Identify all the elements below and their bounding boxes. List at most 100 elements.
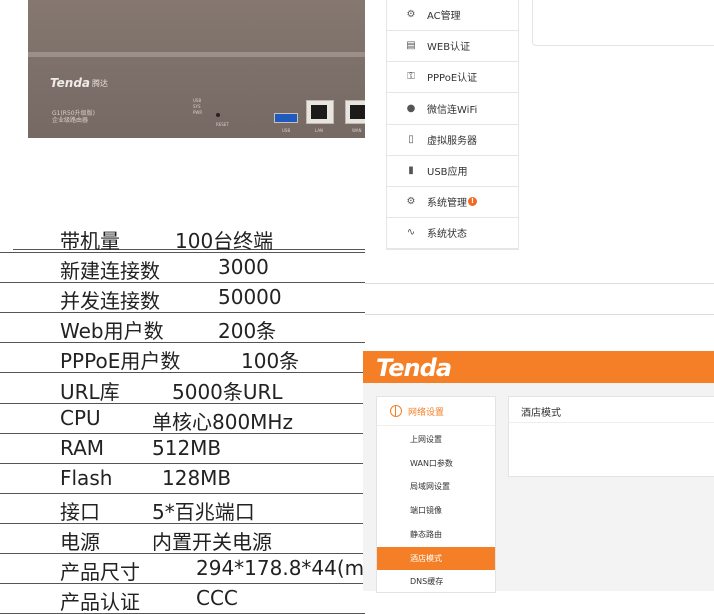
spec-key: URL库 xyxy=(60,379,120,404)
menu-item-6[interactable]: ⚙ 系统管理! xyxy=(387,186,518,219)
nav-item-label: 局域网设置 xyxy=(410,482,450,492)
table-row: CPU 单核心800MHz xyxy=(0,403,365,434)
spec-key: 产品认证 xyxy=(60,590,140,614)
gear-icon: ⚙ xyxy=(406,9,416,20)
spec-value: 512MB xyxy=(152,435,222,460)
table-row: PPPoE用户数 100条 xyxy=(0,342,365,374)
divider xyxy=(365,283,714,284)
usb-port xyxy=(274,113,298,123)
nav-head-label: 网络设置 xyxy=(408,407,445,418)
spec-key: Flash xyxy=(60,465,113,490)
nav-item-label: 酒店模式 xyxy=(410,553,442,563)
menu-item-label: 系统管理 xyxy=(427,198,467,210)
nav-item-label: 上网设置 xyxy=(410,435,442,444)
ethernet-port-label: LAN xyxy=(315,128,324,133)
system-settings-icon: ⚙ xyxy=(406,196,416,208)
spec-key: 带机量 xyxy=(60,229,120,253)
spec-key: 新建连接数 xyxy=(60,259,160,284)
table-row: 接口 5*百兆端口 xyxy=(0,493,365,524)
menu-item-label: AC管理 xyxy=(427,11,461,22)
menu-item-label: 系统状态 xyxy=(427,229,467,241)
nav-item-6[interactable]: DNS缓存 xyxy=(377,570,495,593)
globe-icon xyxy=(390,405,402,417)
ethernet-port-label: WAN xyxy=(352,128,362,133)
content-title: 酒店模式 xyxy=(521,408,561,419)
nav-item-3[interactable]: 端口镜像 xyxy=(377,499,495,522)
spec-value: 3000 xyxy=(218,255,269,280)
spec-key: 电源 xyxy=(60,530,100,554)
ethernet-port xyxy=(345,100,365,124)
usb-icon: ▮ xyxy=(408,165,414,176)
nav-head-network-settings[interactable]: 网络设置 xyxy=(377,397,495,426)
nav-item-4[interactable]: 静态路由 xyxy=(377,523,495,546)
ethernet-port xyxy=(306,100,334,124)
table-row: 新建连接数 3000 xyxy=(0,252,365,284)
reset-button xyxy=(216,113,220,117)
menu-item-label: 虚拟服务器 xyxy=(427,135,477,147)
web-auth-icon: ▤ xyxy=(406,40,416,52)
nav-item-label: WAN口参数 xyxy=(410,458,453,468)
pulse-icon: ∿ xyxy=(406,227,416,239)
spec-key: 并发连接数 xyxy=(60,289,160,314)
menu-item-1[interactable]: ▤ WEB认证 xyxy=(387,30,518,63)
spec-value: 100条 xyxy=(241,349,300,374)
spec-key: 产品尺寸 xyxy=(60,560,140,585)
side-menu: ⚙ AC管理 ▤ WEB认证 ⚿ PPPoE认证 ● 微信连WiFi ▯ 虚拟服务器 ▮ USB应用 ⚙… xyxy=(386,0,519,250)
router-model-sub: 企业级路由器 xyxy=(52,117,89,124)
spec-key: PPPoE用户数 xyxy=(60,349,181,374)
table-row: Flash 128MB xyxy=(0,463,365,494)
menu-item-5[interactable]: ▮ USB应用 xyxy=(387,155,518,187)
router-logo: Tenda xyxy=(50,76,91,90)
nav-item-label: 端口镜像 xyxy=(410,506,442,516)
spec-value: 内置开关电源 xyxy=(152,530,272,554)
menu-item-label: WEB认证 xyxy=(427,42,471,54)
content-panel: 酒店模式 xyxy=(508,396,714,477)
table-row: RAM 512MB xyxy=(0,433,365,464)
nav-item-2[interactable]: 局域网设置 xyxy=(377,475,495,498)
nav-item-label: 静态路由 xyxy=(410,529,442,539)
nav-item-0[interactable]: 上网设置 xyxy=(377,428,495,451)
menu-item-label: PPPoE认证 xyxy=(427,73,478,85)
spec-value: 128MB xyxy=(162,465,232,490)
content-divider xyxy=(509,422,714,423)
menu-item-label: 微信连WiFi xyxy=(427,104,478,116)
content-box xyxy=(532,0,714,46)
spec-key: RAM xyxy=(60,435,105,460)
spec-value: 单核心800MHz xyxy=(152,409,293,434)
table-row: 产品尺寸 294*178.8*44(mm) xyxy=(0,553,365,585)
spec-key: CPU xyxy=(60,405,101,430)
spec-value: 5000条URL xyxy=(172,379,283,404)
table-row: URL库 5000条URL xyxy=(0,373,365,404)
spec-value: CCC xyxy=(196,586,238,611)
spec-value: 200条 xyxy=(218,319,277,344)
router-model-name: G1(R50升级版) xyxy=(52,110,95,117)
table-row: Web用户数 200条 xyxy=(0,312,365,344)
menu-item-4[interactable]: ▯ 虚拟服务器 xyxy=(387,124,518,156)
router-indicators: USB SYS PWR xyxy=(193,98,203,115)
table-row: 并发连接数 50000 xyxy=(0,282,365,314)
menu-item-7[interactable]: ∿ 系统状态 xyxy=(387,217,518,250)
router-photo: Tenda 腾达 G1(R50升级版) 企业级路由器 USB SYS PWR R… xyxy=(0,0,365,140)
server-icon: ▯ xyxy=(408,133,414,145)
table-row: 产品认证 CCC xyxy=(0,583,365,614)
nav-item-label: DNS缓存 xyxy=(410,577,444,587)
table-row: 带机量 100台终端 xyxy=(0,222,365,253)
menu-item-0[interactable]: ⚙ AC管理 xyxy=(387,0,518,31)
spec-value: 294*178.8*44(mm) xyxy=(196,556,365,581)
spec-value: 50000 xyxy=(218,285,282,310)
menu-item-3[interactable]: ● 微信连WiFi xyxy=(387,93,518,125)
spec-value: 5*百兆端口 xyxy=(152,499,255,524)
router-edge xyxy=(28,52,365,57)
pppoe-auth-icon: ⚿ xyxy=(407,71,415,83)
nav-item-5[interactable]: 酒店模式 xyxy=(377,546,495,570)
router-model: G1(R50升级版) 企业级路由器 xyxy=(52,110,95,124)
app-logo: Tenda xyxy=(376,354,452,382)
spec-key: Web用户数 xyxy=(60,319,164,344)
nav-panel: 网络设置 上网设置 WAN口参数 局域网设置端口镜像静态路由酒店模式 DNS缓存 xyxy=(376,396,496,593)
usb-port-label: USB xyxy=(282,128,291,133)
router-brand-cn: 腾达 xyxy=(92,79,108,88)
nav-item-1[interactable]: WAN口参数 xyxy=(377,452,495,475)
reset-label: RESET xyxy=(216,122,229,127)
wechat-icon: ● xyxy=(406,102,416,114)
menu-item-2[interactable]: ⚿ PPPoE认证 xyxy=(387,61,518,94)
